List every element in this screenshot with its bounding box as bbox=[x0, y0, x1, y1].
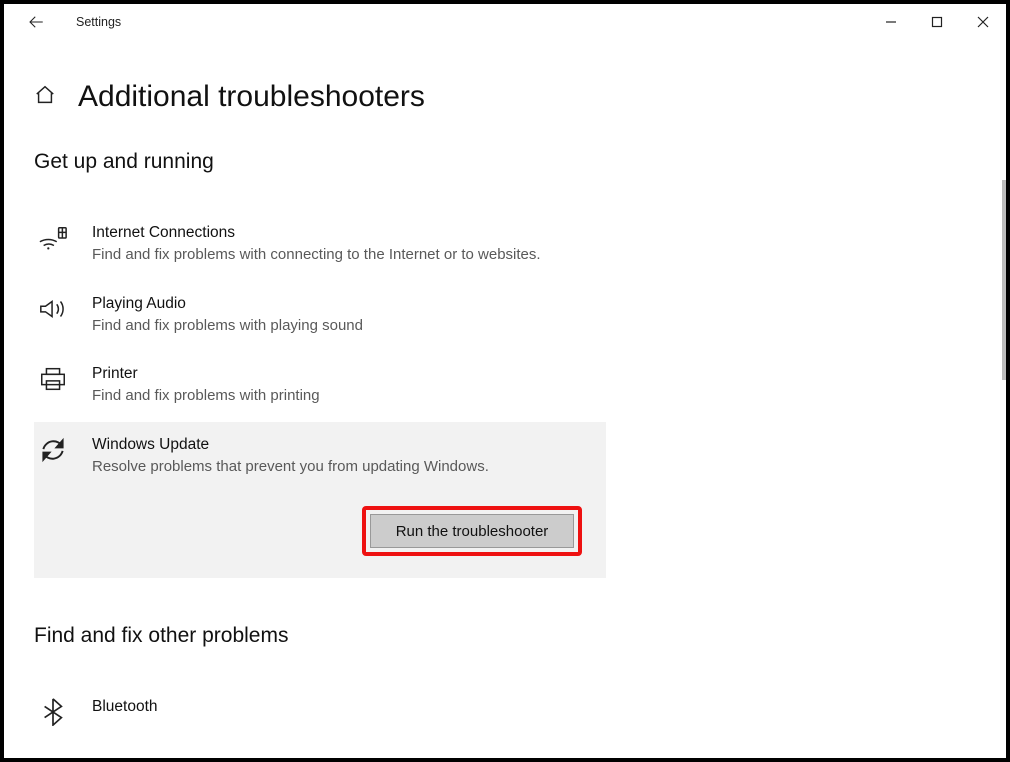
run-highlight: Run the troubleshooter bbox=[362, 506, 582, 556]
home-icon[interactable] bbox=[34, 84, 56, 111]
close-button[interactable] bbox=[960, 6, 1006, 38]
section-title-running: Get up and running bbox=[34, 150, 976, 174]
minimize-button[interactable] bbox=[868, 6, 914, 38]
printer-icon bbox=[34, 363, 72, 395]
troubleshooter-desc: Find and fix problems with connecting to… bbox=[92, 244, 592, 267]
troubleshooter-printer[interactable]: Printer Find and fix problems with print… bbox=[34, 351, 606, 422]
bluetooth-icon bbox=[34, 696, 72, 728]
troubleshooter-title: Internet Connections bbox=[92, 222, 596, 242]
troubleshooter-playing-audio[interactable]: Playing Audio Find and fix problems with… bbox=[34, 281, 606, 352]
troubleshooter-text: Printer Find and fix problems with print… bbox=[92, 363, 596, 408]
minimize-icon bbox=[885, 16, 897, 28]
page-header: Additional troubleshooters bbox=[34, 40, 976, 150]
wifi-icon bbox=[34, 222, 72, 254]
troubleshooter-desc: Find and fix problems with printing bbox=[92, 385, 592, 408]
maximize-icon bbox=[931, 16, 943, 28]
troubleshooter-list-2: Bluetooth bbox=[34, 684, 606, 742]
troubleshooter-internet-connections[interactable]: Internet Connections Find and fix proble… bbox=[34, 210, 606, 281]
app-title: Settings bbox=[76, 15, 121, 29]
page-title: Additional troubleshooters bbox=[78, 80, 425, 114]
scrollbar[interactable] bbox=[1002, 180, 1006, 380]
troubleshooter-title: Bluetooth bbox=[92, 696, 596, 716]
titlebar: Settings bbox=[4, 4, 1006, 40]
troubleshooter-title: Windows Update bbox=[92, 434, 596, 454]
speaker-icon bbox=[34, 293, 72, 325]
troubleshooter-text: Windows Update Resolve problems that pre… bbox=[92, 434, 596, 479]
troubleshooter-title: Playing Audio bbox=[92, 293, 596, 313]
troubleshooter-desc: Resolve problems that prevent you from u… bbox=[92, 456, 592, 479]
window-controls bbox=[868, 6, 1006, 38]
back-button[interactable] bbox=[16, 4, 56, 40]
troubleshooter-desc: Find and fix problems with playing sound bbox=[92, 315, 592, 338]
run-troubleshooter-button[interactable]: Run the troubleshooter bbox=[370, 514, 574, 548]
content-area: Additional troubleshooters Get up and ru… bbox=[4, 40, 1006, 758]
run-row: Run the troubleshooter bbox=[34, 506, 596, 556]
close-icon bbox=[977, 16, 989, 28]
section-2: Find and fix other problems Bluetooth bbox=[34, 624, 976, 742]
back-arrow-icon bbox=[27, 13, 45, 31]
troubleshooter-list-1: Internet Connections Find and fix proble… bbox=[34, 210, 606, 578]
troubleshooter-windows-update[interactable]: Windows Update Resolve problems that pre… bbox=[34, 422, 606, 579]
troubleshooter-title: Printer bbox=[92, 363, 596, 383]
maximize-button[interactable] bbox=[914, 6, 960, 38]
sync-icon bbox=[34, 434, 72, 466]
troubleshooter-text: Internet Connections Find and fix proble… bbox=[92, 222, 596, 267]
section-title-other: Find and fix other problems bbox=[34, 624, 976, 648]
content: Additional troubleshooters Get up and ru… bbox=[4, 40, 1006, 758]
troubleshooter-text: Playing Audio Find and fix problems with… bbox=[92, 293, 596, 338]
settings-window: Settings Additional trouble bbox=[4, 4, 1006, 758]
troubleshooter-text: Bluetooth bbox=[92, 696, 596, 716]
troubleshooter-bluetooth[interactable]: Bluetooth bbox=[34, 684, 606, 742]
